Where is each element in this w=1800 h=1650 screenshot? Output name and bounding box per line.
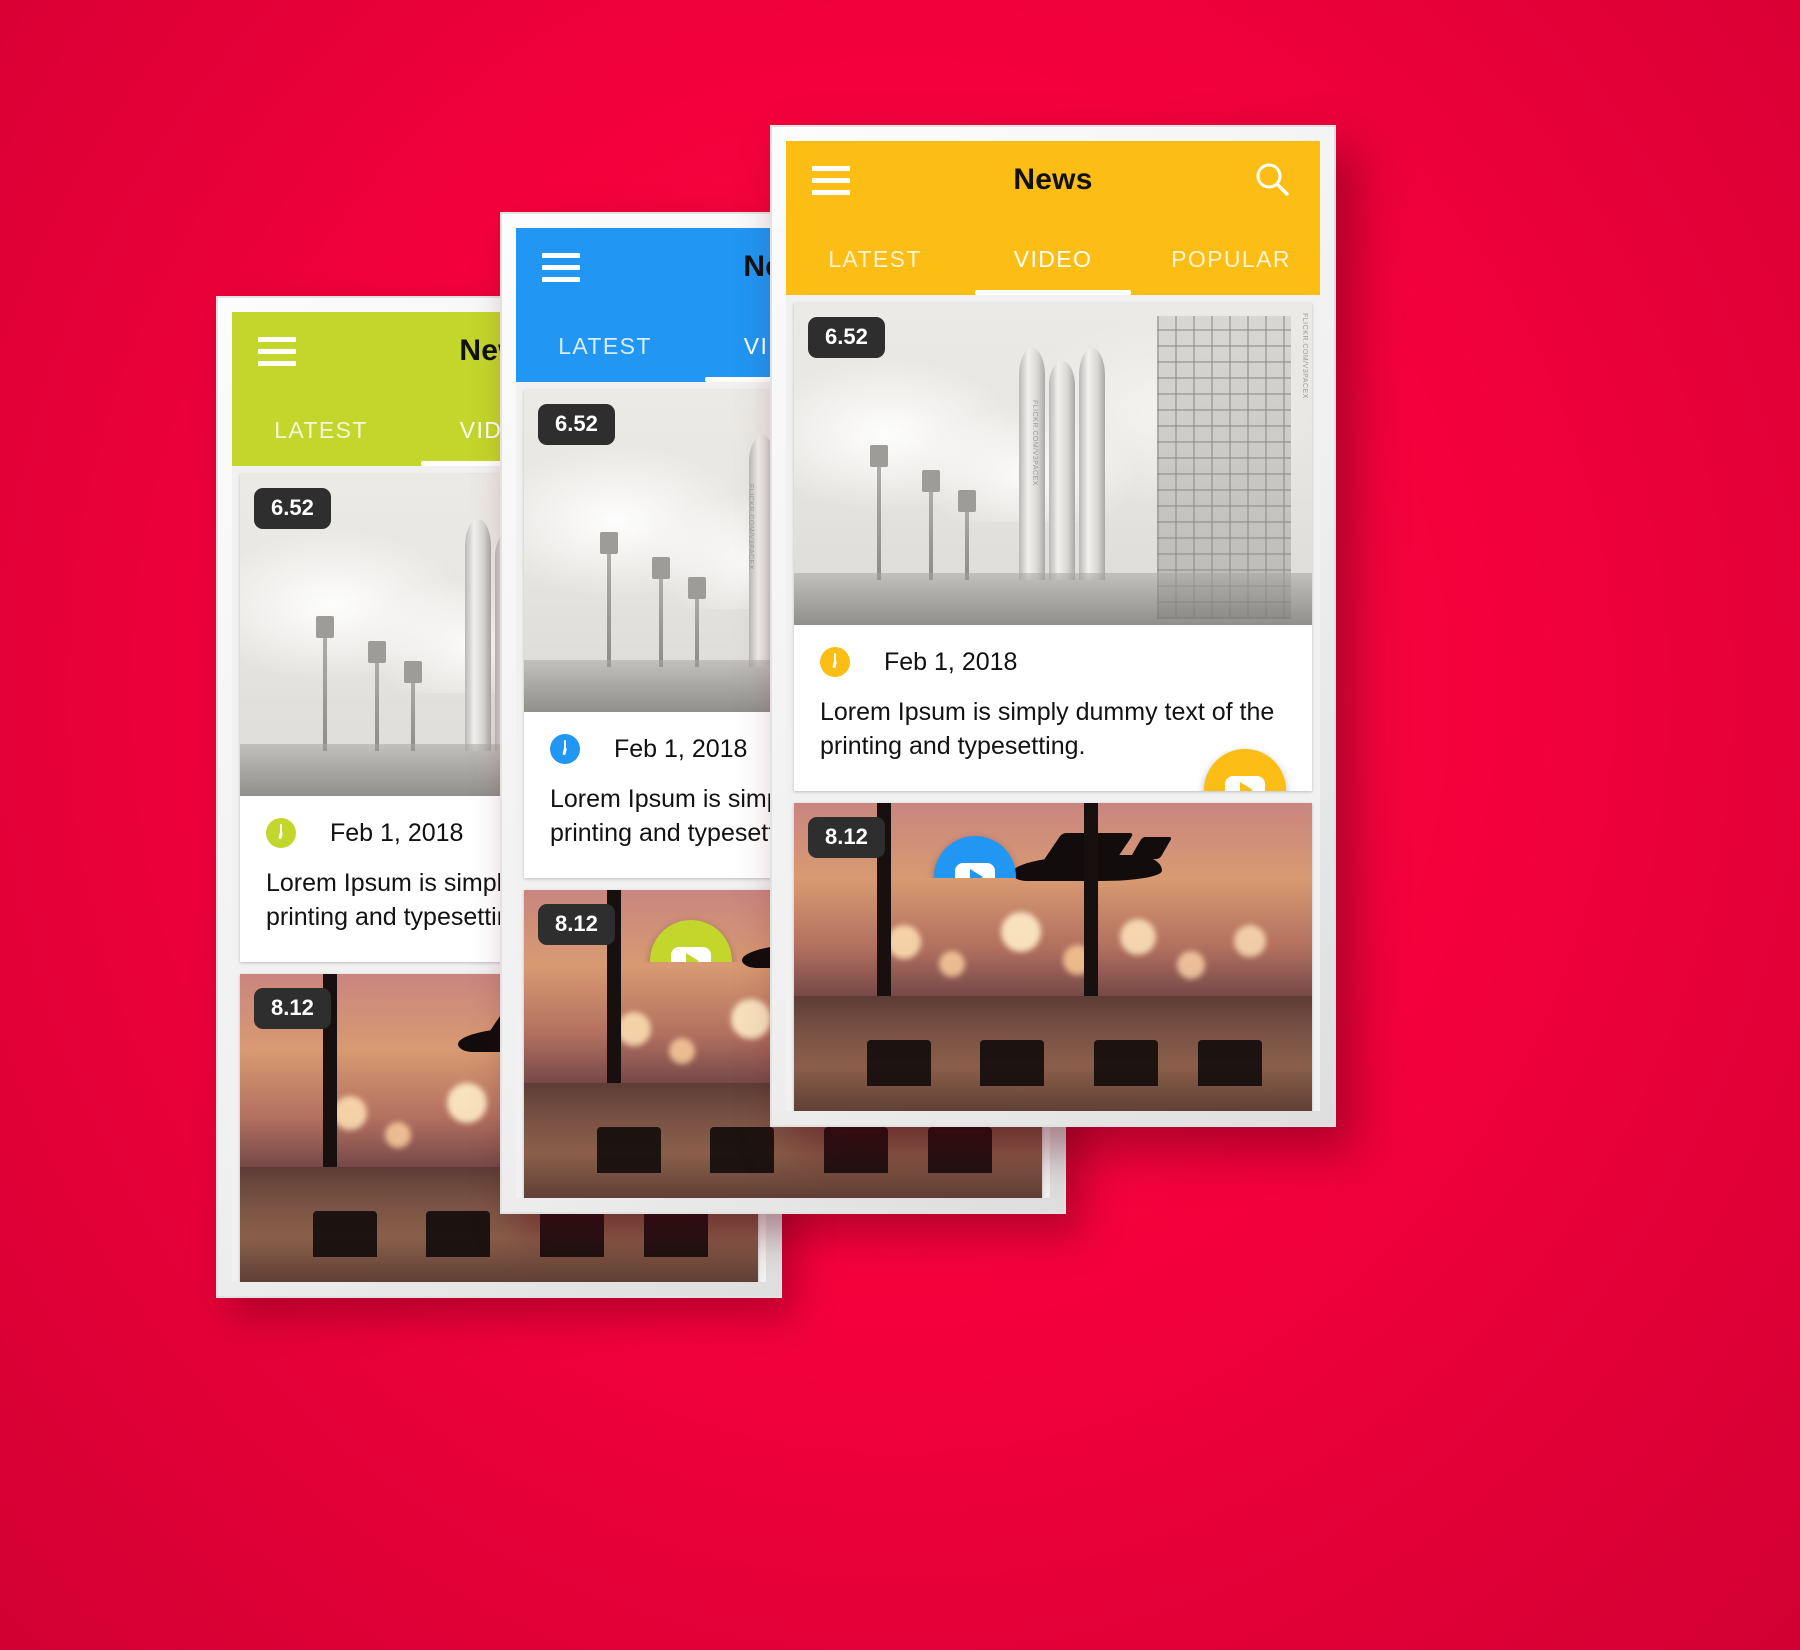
- phone-screen: News LATEST VIDEO POPULAR: [786, 141, 1320, 1111]
- rating-badge: 6.52: [254, 488, 331, 529]
- image-watermark: FLICKR.COM/V3PACEX: [1031, 400, 1038, 486]
- tab-latest[interactable]: LATEST: [516, 333, 694, 382]
- rating-badge: 8.12: [254, 988, 331, 1029]
- hamburger-icon[interactable]: [542, 252, 580, 282]
- news-card[interactable]: 6.52 FLICKR.COM/V3PACEX Feb 1, 2018 Lore…: [794, 303, 1312, 791]
- card-meta-row: Feb 1, 2018: [794, 625, 1312, 687]
- app-bar: News LATEST VIDEO POPULAR: [786, 141, 1320, 295]
- rating-badge: 6.52: [538, 404, 615, 445]
- image-watermark: FLICKR.COM/V3PACEX: [1301, 313, 1308, 399]
- card-date: Feb 1, 2018: [330, 818, 464, 847]
- tab-popular[interactable]: POPULAR: [1142, 246, 1320, 295]
- news-card[interactable]: 8.12 Feb 1, 2018 Lorem Ipsum is simply d…: [794, 803, 1312, 1111]
- card-thumbnail: 8.12: [794, 803, 1312, 1111]
- card-thumbnail: 6.52 FLICKR.COM/V3PACEX: [794, 303, 1312, 625]
- card-date: Feb 1, 2018: [614, 734, 748, 763]
- rating-badge: 8.12: [538, 904, 615, 945]
- page-title: News: [1013, 163, 1093, 196]
- news-feed: 6.52 FLICKR.COM/V3PACEX Feb 1, 2018 Lore…: [786, 295, 1320, 1111]
- clock-icon: [820, 647, 850, 677]
- wallpaper-stage: News LATEST VIDEO POPULAR: [0, 0, 1800, 1650]
- tab-video[interactable]: VIDEO: [964, 246, 1142, 295]
- tab-bar: LATEST VIDEO POPULAR: [786, 219, 1320, 295]
- clock-icon: [266, 818, 296, 848]
- rating-badge: 8.12: [808, 817, 885, 858]
- tab-latest[interactable]: LATEST: [786, 246, 964, 295]
- hamburger-icon[interactable]: [258, 336, 296, 366]
- rating-badge: 6.52: [808, 317, 885, 358]
- phone-bezel: News LATEST VIDEO POPULAR: [770, 125, 1336, 1127]
- card-date: Feb 1, 2018: [884, 647, 1018, 676]
- search-icon[interactable]: [1250, 158, 1294, 202]
- image-watermark: FLICKR.COM/V3PACEX: [747, 484, 754, 570]
- clock-icon: [550, 734, 580, 764]
- app-bar-top-row: News: [786, 141, 1320, 219]
- phone-mock-yellow: News LATEST VIDEO POPULAR 6.52 FLICKR.CO…: [770, 125, 1336, 1127]
- hamburger-icon[interactable]: [812, 165, 850, 195]
- tab-latest[interactable]: LATEST: [232, 417, 410, 466]
